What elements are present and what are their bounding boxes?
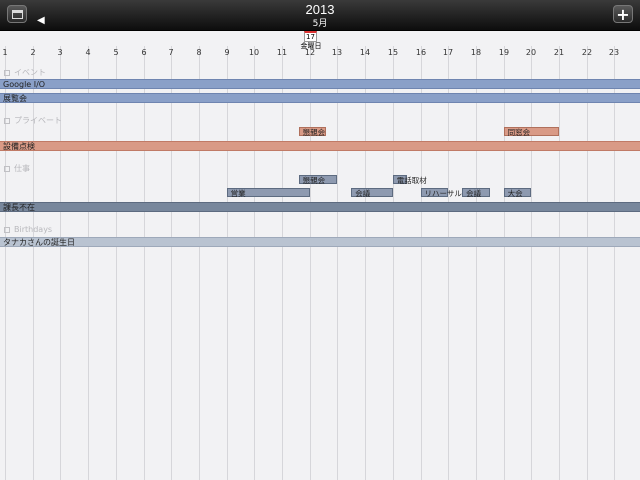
hour-label: 19 bbox=[498, 48, 510, 57]
event-private-dousoukai[interactable]: 同窓会 bbox=[503, 127, 559, 137]
event-work-konshinkai[interactable]: 懇親会 bbox=[298, 175, 338, 185]
calendar-grid-icon bbox=[4, 117, 10, 124]
hour-label: 3 bbox=[57, 48, 63, 57]
hour-gridline bbox=[5, 46, 6, 480]
hour-gridline bbox=[254, 46, 255, 480]
hour-gridline bbox=[476, 46, 477, 480]
hour-gridline bbox=[88, 46, 89, 480]
hour-gridline bbox=[60, 46, 61, 480]
hour-gridline bbox=[116, 46, 117, 480]
group-header-events[interactable]: イベント bbox=[4, 67, 46, 78]
hour-gridline bbox=[310, 46, 311, 480]
hour-gridline bbox=[448, 46, 449, 480]
hour-label: 21 bbox=[553, 48, 565, 57]
hour-label: 7 bbox=[168, 48, 174, 57]
hour-label: 23 bbox=[608, 48, 620, 57]
allday-event-manager-absent[interactable]: 課長不在 bbox=[0, 202, 640, 212]
hour-gridline bbox=[171, 46, 172, 480]
group-header-work[interactable]: 仕事 bbox=[4, 163, 30, 174]
hour-label: 14 bbox=[359, 48, 371, 57]
hour-label: 6 bbox=[141, 48, 147, 57]
hour-label: 16 bbox=[415, 48, 427, 57]
hour-label: 13 bbox=[331, 48, 343, 57]
hour-label: 18 bbox=[470, 48, 482, 57]
event-work-meeting-1[interactable]: 会議 bbox=[351, 188, 393, 198]
hour-label: 9 bbox=[224, 48, 230, 57]
hour-label: 20 bbox=[525, 48, 537, 57]
hour-label: 17 bbox=[442, 48, 454, 57]
group-title: Birthdays bbox=[14, 225, 53, 234]
group-title: イベント bbox=[14, 68, 46, 77]
hour-gridline bbox=[227, 46, 228, 480]
hour-label: 1 bbox=[2, 48, 8, 57]
hour-gridline bbox=[504, 46, 505, 480]
hour-gridline bbox=[337, 46, 338, 480]
hour-label: 5 bbox=[113, 48, 119, 57]
event-private-konshinkai[interactable]: 懇親会 bbox=[298, 127, 327, 137]
hour-gridline bbox=[587, 46, 588, 480]
hour-gridline bbox=[33, 46, 34, 480]
event-work-sales[interactable]: 営業 bbox=[226, 188, 310, 198]
today-weekday-label: 金曜日 bbox=[300, 42, 322, 50]
hour-label: 11 bbox=[276, 48, 288, 57]
hour-label: 8 bbox=[196, 48, 202, 57]
group-header-private[interactable]: プライベート bbox=[4, 115, 62, 126]
year-title: 2013 bbox=[305, 2, 335, 17]
hour-label: 10 bbox=[248, 48, 260, 57]
hour-label: 22 bbox=[581, 48, 593, 57]
group-title: プライベート bbox=[14, 116, 62, 125]
event-work-tournament[interactable]: 大会 bbox=[503, 188, 532, 198]
hour-gridline bbox=[421, 46, 422, 480]
event-work-rehearsal[interactable]: リハーサル bbox=[420, 188, 462, 198]
add-event-button[interactable]: + bbox=[613, 5, 633, 23]
hour-gridline bbox=[282, 46, 283, 480]
hour-label: 15 bbox=[387, 48, 399, 57]
calendar-grid-icon bbox=[4, 69, 10, 76]
hour-gridline bbox=[365, 46, 366, 480]
day-timeline: 1 2 3 4 5 6 7 8 9 10 11 12 13 14 15 16 17 18 19 20 21 22 23 17… bbox=[0, 31, 640, 480]
allday-event-exhibition[interactable]: 展覧会 bbox=[0, 93, 640, 103]
calendar-grid-icon bbox=[4, 226, 10, 233]
calendar-grid-icon bbox=[4, 165, 10, 172]
hour-gridline bbox=[199, 46, 200, 480]
group-header-birthdays[interactable]: Birthdays bbox=[4, 225, 52, 234]
hour-gridline bbox=[559, 46, 560, 480]
hour-label: 2 bbox=[30, 48, 36, 57]
hour-gridline bbox=[144, 46, 145, 480]
allday-event-birthday-tanaka[interactable]: タナカさんの誕生日 bbox=[0, 237, 640, 247]
hour-label: 4 bbox=[85, 48, 91, 57]
group-title: 仕事 bbox=[14, 164, 30, 173]
event-work-meeting-2[interactable]: 会議 bbox=[462, 188, 490, 198]
hour-gridline bbox=[531, 46, 532, 480]
top-toolbar: ◀ 2013 5月 + bbox=[0, 0, 640, 31]
allday-event-facility-check[interactable]: 設備点検 bbox=[0, 141, 640, 151]
hour-gridline bbox=[614, 46, 615, 480]
allday-event-google-io[interactable]: Google I/O bbox=[0, 79, 640, 89]
hour-gridline bbox=[393, 46, 394, 480]
month-title: 5月 bbox=[312, 19, 328, 29]
event-work-phone-interview[interactable]: 電話取材 bbox=[392, 175, 427, 185]
